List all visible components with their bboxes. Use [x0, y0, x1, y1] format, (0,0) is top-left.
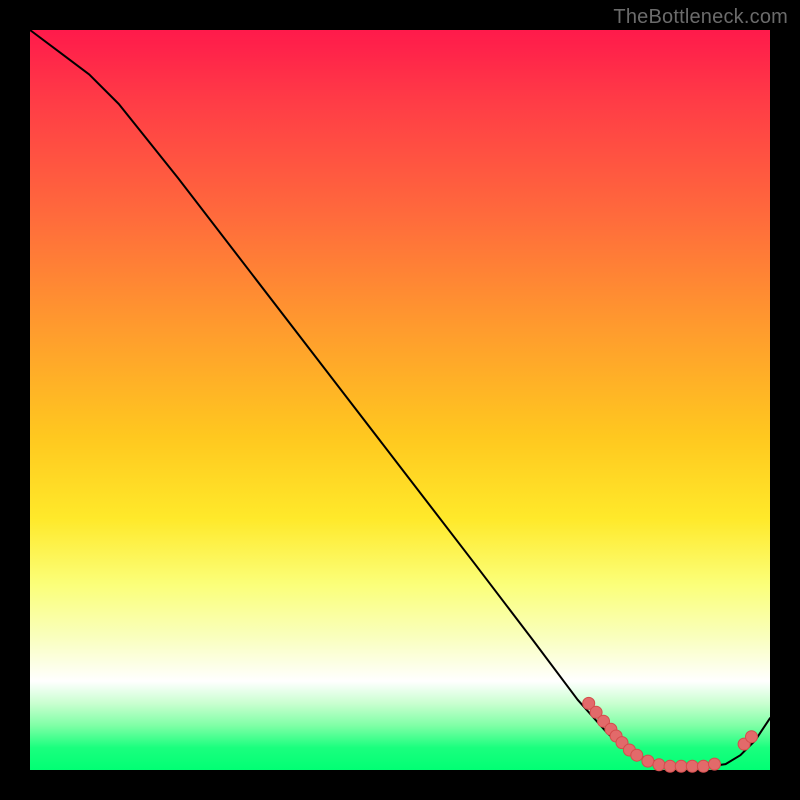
data-marker: [686, 760, 698, 772]
bottleneck-curve-path: [30, 30, 770, 766]
data-marker: [642, 755, 654, 767]
data-marker: [664, 760, 676, 772]
data-marker: [675, 760, 687, 772]
data-marker: [631, 749, 643, 761]
data-marker: [653, 759, 665, 771]
chart-frame: TheBottleneck.com: [0, 0, 800, 800]
data-marker: [697, 760, 709, 772]
plot-area: [30, 30, 770, 770]
watermark-text: TheBottleneck.com: [613, 6, 788, 29]
data-marker: [709, 758, 721, 770]
chart-svg: [30, 30, 770, 770]
data-marker: [746, 731, 758, 743]
